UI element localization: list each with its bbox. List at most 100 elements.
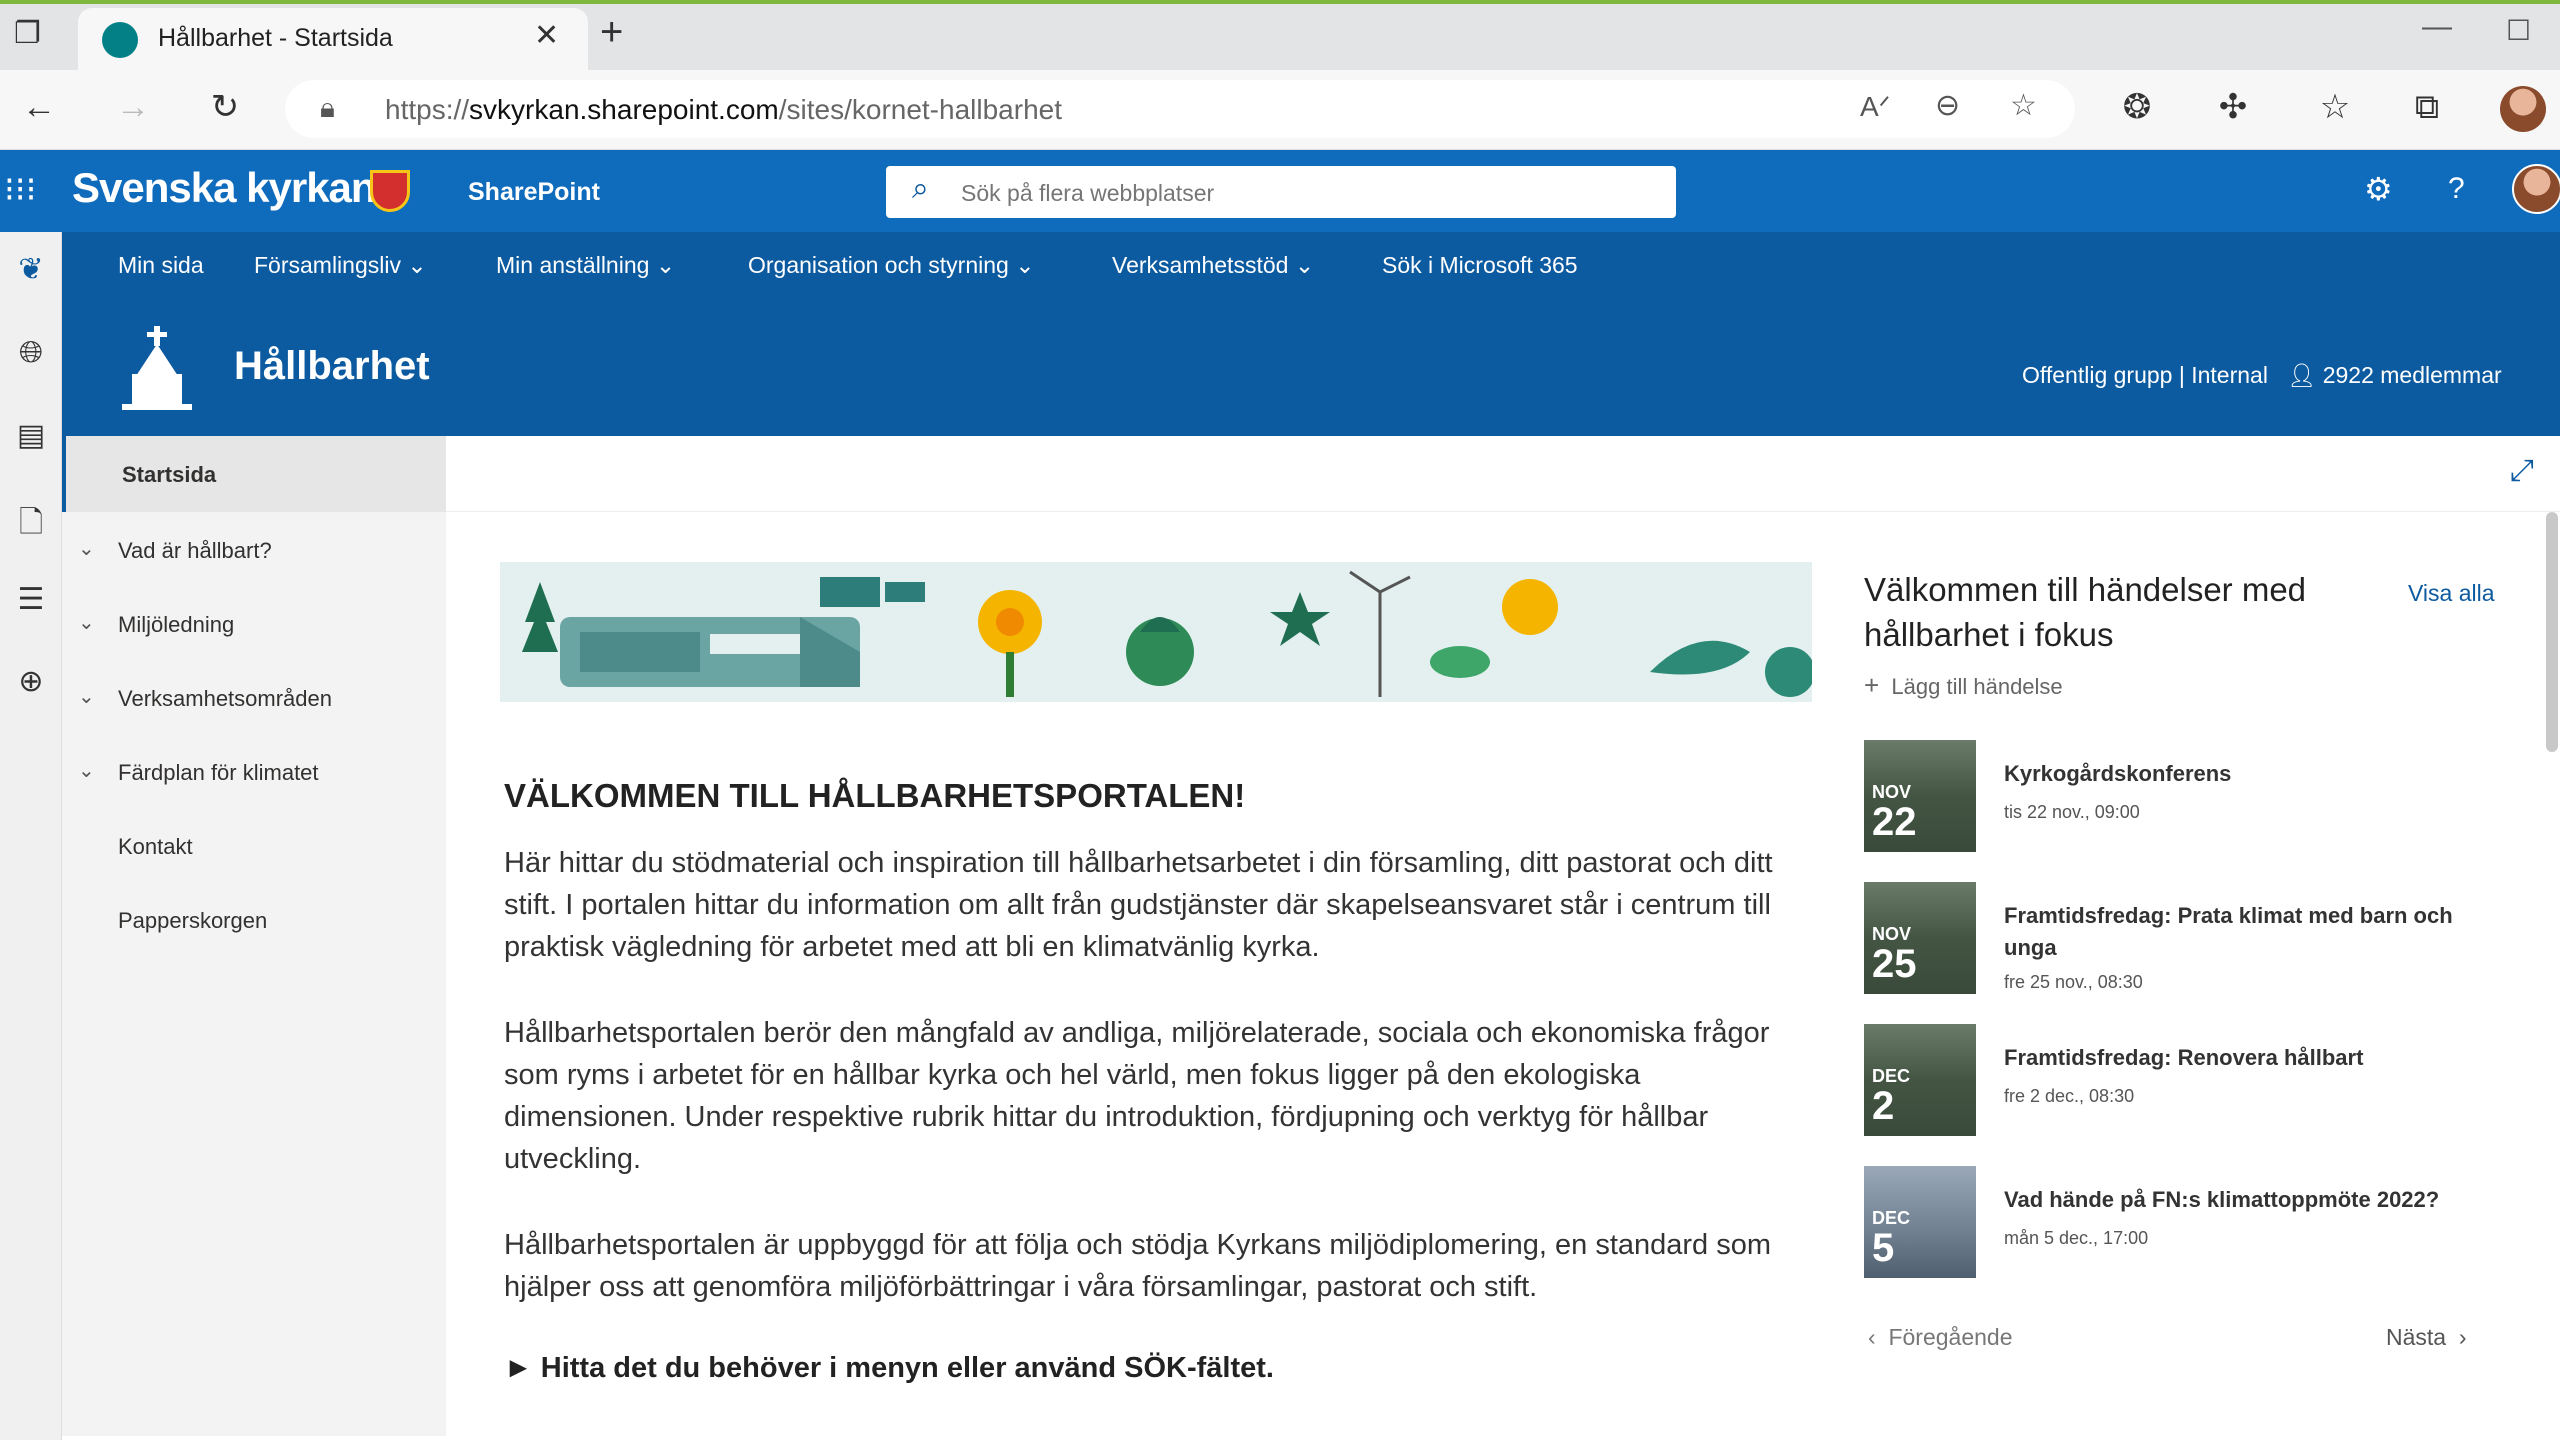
chevron-down-icon[interactable]: ⌄: [78, 536, 95, 561]
nav-item-verksamhetsomraden[interactable]: ⌄ Verksamhetsområden: [62, 660, 446, 734]
files-icon[interactable]: 🗋: [0, 500, 62, 551]
hub-nav-verksamhetsstod[interactable]: Verksamhetsstöd ⌄: [1112, 252, 1314, 279]
puzzle-extensions-icon[interactable]: ✣: [2208, 84, 2258, 130]
nav-label: Startsida: [122, 462, 217, 487]
maximize-icon[interactable]: ☐: [2506, 14, 2531, 47]
site-title[interactable]: Hållbarhet: [234, 344, 430, 389]
expand-icon[interactable]: ⤢: [2510, 454, 2534, 488]
new-tab-icon[interactable]: +: [600, 10, 623, 55]
profile-avatar[interactable]: [2500, 86, 2546, 132]
nav-item-papperskorgen[interactable]: Papperskorgen: [62, 882, 446, 956]
intro-paragraph: Här hittar du stödmaterial och inspirati…: [504, 847, 1773, 963]
members-icon: 👤︎: [2287, 362, 2317, 388]
page-scrollbar[interactable]: [2546, 512, 2558, 752]
settings-gear-icon[interactable]: ⚙: [2364, 170, 2393, 208]
nav-item-kontakt[interactable]: Kontakt: [62, 808, 446, 882]
search-input[interactable]: Sök på flera webbplatser: [961, 180, 1214, 207]
cta-text: ► Hitta det du behöver i menyn eller anv…: [504, 1352, 1274, 1384]
hub-nav-label: Sök i Microsoft 365: [1382, 252, 1578, 278]
sharepoint-link[interactable]: SharePoint: [468, 178, 600, 207]
event-title: Framtidsfredag: Prata klimat med barn oc…: [2004, 903, 2453, 960]
collections-icon[interactable]: ⧉: [2402, 84, 2452, 130]
nav-item-vad-ar-hallbart[interactable]: ⌄ Vad är hållbart?: [62, 512, 446, 586]
tab-actions-icon[interactable]: ❐: [14, 16, 41, 51]
url-host: svkyrkan.sharepoint.com: [469, 94, 779, 125]
event-item[interactable]: DEC 2 Framtidsfredag: Renovera hållbart …: [1864, 1024, 2484, 1144]
nav-label: Vad är hållbart?: [118, 538, 272, 563]
sharepoint-home-icon[interactable]: ❦: [0, 252, 62, 287]
nav-label: Kontakt: [118, 834, 193, 859]
event-date: fre 2 dec., 08:30: [2004, 1086, 2135, 1106]
chevron-down-icon: ⌄: [1294, 252, 1315, 278]
lock-icon[interactable]: 🔒︎: [320, 92, 335, 125]
site-left-nav: Startsida ⌄ Vad är hållbart? ⌄ Miljöledn…: [62, 436, 446, 1436]
nav-label: Papperskorgen: [118, 908, 268, 933]
add-favorite-icon[interactable]: ☆: [2010, 88, 2037, 123]
chevron-down-icon: ⌄: [1015, 252, 1035, 278]
next-button[interactable]: Nästa ›: [2386, 1324, 2467, 1351]
zoom-out-icon[interactable]: ⊖: [1935, 88, 1960, 123]
event-item[interactable]: NOV 22 Kyrkogårdskonferens tis 22 nov., …: [1864, 740, 2484, 860]
app-launcher-icon[interactable]: ⁝⁝⁝: [4, 170, 36, 210]
url-text: https://svkyrkan.sharepoint.com/sites/ko…: [385, 94, 1062, 126]
url-bar[interactable]: 🔒︎ https://svkyrkan.sharepoint.com/sites…: [285, 80, 2075, 138]
help-icon[interactable]: ?: [2448, 172, 2465, 206]
hub-nav-min-sida[interactable]: Min sida: [118, 252, 204, 279]
minimize-icon[interactable]: —: [2422, 10, 2452, 44]
read-aloud-icon[interactable]: Aᐟ: [1860, 90, 1891, 123]
close-tab-icon[interactable]: ✕: [534, 18, 559, 53]
browser-tab-bar: ❐ Hållbarhet - Startsida ✕ + — ☐: [0, 0, 2560, 74]
back-icon[interactable]: ←: [14, 84, 64, 130]
favorites-icon[interactable]: ☆: [2310, 84, 2360, 130]
group-privacy-label: Offentlig grupp | Internal: [2022, 362, 2268, 388]
user-avatar[interactable]: [2512, 164, 2560, 214]
hub-nav-label: Verksamhetsstöd: [1112, 252, 1289, 278]
next-label: Nästa: [2386, 1324, 2447, 1350]
event-item[interactable]: DEC 5 Vad hände på FN:s klimattoppmöte 2…: [1864, 1166, 2484, 1286]
search-box[interactable]: ⌕ Sök på flera webbplatser: [886, 166, 1676, 218]
refresh-icon[interactable]: ↻: [200, 84, 250, 130]
browser-tab[interactable]: Hållbarhet - Startsida ✕: [78, 8, 588, 74]
brand-logo-text[interactable]: Svenska kyrkan: [72, 164, 377, 212]
event-item[interactable]: NOV 25 Framtidsfredag: Prata klimat med …: [1864, 882, 2484, 1002]
forward-icon[interactable]: →: [108, 84, 158, 130]
add-event-button[interactable]: + Lägg till händelse: [1864, 670, 2063, 701]
add-event-label: Lägg till händelse: [1891, 674, 2063, 699]
site-meta: Offentlig grupp | Internal 👤︎ 2922 medle…: [2022, 362, 2502, 389]
chevron-down-icon: ⌄: [407, 252, 427, 278]
event-thumbnail: DEC 5: [1864, 1166, 1976, 1278]
members-count[interactable]: 2922 medlemmar: [2323, 362, 2502, 388]
nav-label: Verksamhetsområden: [118, 686, 332, 711]
nav-item-miljoledning[interactable]: ⌄ Miljöledning: [62, 586, 446, 660]
chevron-down-icon[interactable]: ⌄: [78, 610, 95, 635]
event-thumbnail: DEC 2: [1864, 1024, 1976, 1136]
create-icon[interactable]: ⊕: [0, 664, 62, 699]
event-date: fre 25 nov., 08:30: [2004, 972, 2143, 992]
scope-paragraph: Hållbarhetsportalen berör den mångfald a…: [504, 1017, 1770, 1175]
view-all-link[interactable]: Visa alla: [2408, 580, 2495, 607]
globe-icon[interactable]: 🌐︎: [0, 336, 62, 370]
hub-nav-min-anstallning[interactable]: Min anställning ⌄: [496, 252, 675, 279]
diploma-paragraph: Hållbarhetsportalen är uppbyggd för att …: [504, 1229, 1772, 1303]
site-logo-icon[interactable]: [116, 324, 198, 414]
hub-navigation: Min sida Församlingsliv ⌄ Min anställnin…: [62, 232, 2560, 306]
hub-nav-organisation[interactable]: Organisation och styrning ⌄: [748, 252, 1034, 279]
command-bar: ⤢: [446, 436, 2560, 512]
hub-nav-sok-m365[interactable]: Sök i Microsoft 365: [1382, 252, 1578, 279]
news-icon[interactable]: ▤: [0, 418, 62, 453]
url-path: /sites/kornet-hallbarhet: [778, 94, 1062, 125]
event-title: Vad hände på FN:s klimattoppmöte 2022?: [2004, 1187, 2440, 1212]
nav-item-startsida[interactable]: Startsida: [62, 436, 446, 512]
address-bar-row: ← → ↻ 🔒︎ https://svkyrkan.sharepoint.com…: [0, 70, 2560, 150]
event-day: 25: [1872, 942, 1917, 986]
chevron-down-icon[interactable]: ⌄: [78, 684, 95, 709]
suite-bar: ⁝⁝⁝ Svenska kyrkan SharePoint ⌕ Sök på f…: [0, 150, 2560, 232]
previous-button[interactable]: ‹ Föregående: [1868, 1324, 2013, 1351]
hub-nav-forsamlingsliv[interactable]: Församlingsliv ⌄: [254, 252, 427, 279]
event-title: Kyrkogårdskonferens: [2004, 761, 2232, 786]
lists-icon[interactable]: ☰: [0, 582, 62, 617]
chevron-down-icon[interactable]: ⌄: [78, 758, 95, 783]
extension-icon[interactable]: ❂: [2112, 84, 2162, 130]
nav-item-fardplan[interactable]: ⌄ Färdplan för klimatet: [62, 734, 446, 808]
event-day: 5: [1872, 1226, 1895, 1270]
